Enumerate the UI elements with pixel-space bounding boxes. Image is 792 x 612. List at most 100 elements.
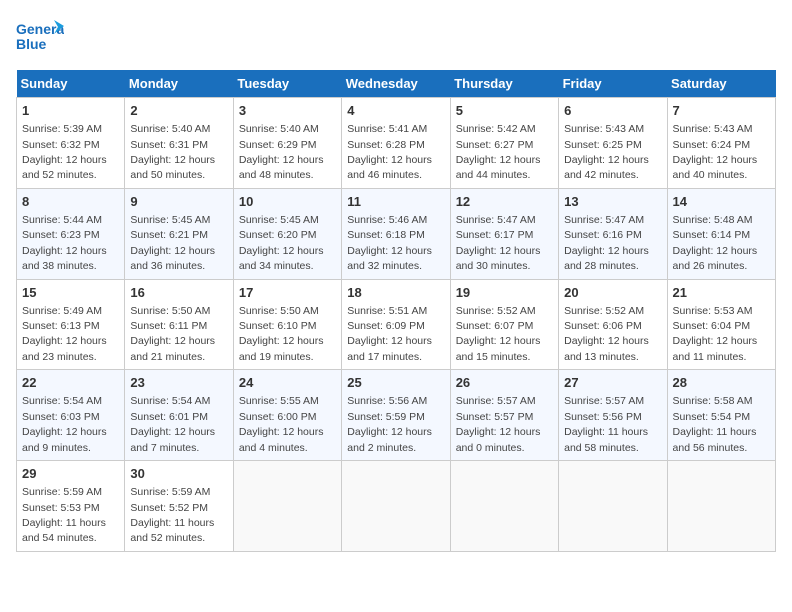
calendar-cell: 13 Sunrise: 5:47 AMSunset: 6:16 PMDayligh…	[559, 188, 667, 279]
day-number: 7	[673, 102, 770, 120]
calendar-cell: 19 Sunrise: 5:52 AMSunset: 6:07 PMDayligh…	[450, 279, 558, 370]
day-info: Sunrise: 5:40 AMSunset: 6:29 PMDaylight:…	[239, 123, 324, 181]
calendar-cell: 25 Sunrise: 5:56 AMSunset: 5:59 PMDayligh…	[342, 370, 450, 461]
day-info: Sunrise: 5:42 AMSunset: 6:27 PMDaylight:…	[456, 123, 541, 181]
weekday-header-monday: Monday	[125, 70, 233, 98]
calendar-cell	[233, 461, 341, 552]
calendar-cell: 5 Sunrise: 5:42 AMSunset: 6:27 PMDaylight…	[450, 98, 558, 189]
day-number: 21	[673, 284, 770, 302]
day-info: Sunrise: 5:55 AMSunset: 6:00 PMDaylight:…	[239, 395, 324, 453]
day-number: 23	[130, 374, 227, 392]
calendar-cell: 4 Sunrise: 5:41 AMSunset: 6:28 PMDaylight…	[342, 98, 450, 189]
calendar-cell: 10 Sunrise: 5:45 AMSunset: 6:20 PMDayligh…	[233, 188, 341, 279]
calendar-cell: 20 Sunrise: 5:52 AMSunset: 6:06 PMDayligh…	[559, 279, 667, 370]
day-info: Sunrise: 5:59 AMSunset: 5:53 PMDaylight:…	[22, 486, 106, 544]
day-info: Sunrise: 5:39 AMSunset: 6:32 PMDaylight:…	[22, 123, 107, 181]
calendar-cell: 29Sunrise: 5:59 AMSunset: 5:53 PMDayligh…	[17, 461, 125, 552]
day-info: Sunrise: 5:48 AMSunset: 6:14 PMDaylight:…	[673, 214, 758, 272]
logo: General Blue	[16, 16, 64, 58]
day-info: Sunrise: 5:52 AMSunset: 6:07 PMDaylight:…	[456, 305, 541, 363]
day-number: 3	[239, 102, 336, 120]
calendar-cell: 24Sunrise: 5:55 AMSunset: 6:00 PMDayligh…	[233, 370, 341, 461]
logo-bird-icon: General Blue	[16, 16, 64, 58]
day-number: 22	[22, 374, 119, 392]
day-info: Sunrise: 5:52 AMSunset: 6:06 PMDaylight:…	[564, 305, 649, 363]
day-info: Sunrise: 5:46 AMSunset: 6:18 PMDaylight:…	[347, 214, 432, 272]
day-info: Sunrise: 5:50 AMSunset: 6:10 PMDaylight:…	[239, 305, 324, 363]
day-number: 8	[22, 193, 119, 211]
day-info: Sunrise: 5:45 AMSunset: 6:20 PMDaylight:…	[239, 214, 324, 272]
day-info: Sunrise: 5:41 AMSunset: 6:28 PMDaylight:…	[347, 123, 432, 181]
weekday-header-row: SundayMondayTuesdayWednesdayThursdayFrid…	[17, 70, 776, 98]
calendar-cell: 12Sunrise: 5:47 AMSunset: 6:17 PMDayligh…	[450, 188, 558, 279]
day-number: 13	[564, 193, 661, 211]
day-info: Sunrise: 5:54 AMSunset: 6:03 PMDaylight:…	[22, 395, 107, 453]
day-info: Sunrise: 5:43 AMSunset: 6:24 PMDaylight:…	[673, 123, 758, 181]
day-info: Sunrise: 5:49 AMSunset: 6:13 PMDaylight:…	[22, 305, 107, 363]
calendar-cell	[559, 461, 667, 552]
day-number: 28	[673, 374, 770, 392]
calendar-cell: 17 Sunrise: 5:50 AMSunset: 6:10 PMDayligh…	[233, 279, 341, 370]
weekday-header-thursday: Thursday	[450, 70, 558, 98]
calendar-table: SundayMondayTuesdayWednesdayThursdayFrid…	[16, 70, 776, 552]
day-info: Sunrise: 5:57 AMSunset: 5:56 PMDaylight:…	[564, 395, 648, 453]
calendar-week-3: 15 Sunrise: 5:49 AMSunset: 6:13 PMDayligh…	[17, 279, 776, 370]
day-info: Sunrise: 5:53 AMSunset: 6:04 PMDaylight:…	[673, 305, 758, 363]
day-number: 14	[673, 193, 770, 211]
day-number: 11	[347, 193, 444, 211]
weekday-header-wednesday: Wednesday	[342, 70, 450, 98]
calendar-cell: 30Sunrise: 5:59 AMSunset: 5:52 PMDayligh…	[125, 461, 233, 552]
day-number: 4	[347, 102, 444, 120]
day-number: 15	[22, 284, 119, 302]
day-number: 6	[564, 102, 661, 120]
day-info: Sunrise: 5:59 AMSunset: 5:52 PMDaylight:…	[130, 486, 214, 544]
weekday-header-saturday: Saturday	[667, 70, 775, 98]
calendar-cell: 2 Sunrise: 5:40 AMSunset: 6:31 PMDaylight…	[125, 98, 233, 189]
calendar-cell: 21 Sunrise: 5:53 AMSunset: 6:04 PMDayligh…	[667, 279, 775, 370]
calendar-week-5: 29Sunrise: 5:59 AMSunset: 5:53 PMDayligh…	[17, 461, 776, 552]
calendar-cell: 3 Sunrise: 5:40 AMSunset: 6:29 PMDaylight…	[233, 98, 341, 189]
calendar-cell: 1 Sunrise: 5:39 AMSunset: 6:32 PMDaylight…	[17, 98, 125, 189]
day-info: Sunrise: 5:51 AMSunset: 6:09 PMDaylight:…	[347, 305, 432, 363]
day-info: Sunrise: 5:47 AMSunset: 6:17 PMDaylight:…	[456, 214, 541, 272]
page-header: General Blue	[16, 16, 776, 58]
day-number: 1	[22, 102, 119, 120]
day-number: 25	[347, 374, 444, 392]
day-number: 18	[347, 284, 444, 302]
day-number: 26	[456, 374, 553, 392]
calendar-cell: 16 Sunrise: 5:50 AMSunset: 6:11 PMDayligh…	[125, 279, 233, 370]
day-number: 17	[239, 284, 336, 302]
calendar-cell: 26 Sunrise: 5:57 AMSunset: 5:57 PMDayligh…	[450, 370, 558, 461]
calendar-cell: 14 Sunrise: 5:48 AMSunset: 6:14 PMDayligh…	[667, 188, 775, 279]
calendar-cell: 9 Sunrise: 5:45 AMSunset: 6:21 PMDaylight…	[125, 188, 233, 279]
calendar-cell: 23 Sunrise: 5:54 AMSunset: 6:01 PMDayligh…	[125, 370, 233, 461]
day-number: 19	[456, 284, 553, 302]
calendar-cell: 27 Sunrise: 5:57 AMSunset: 5:56 PMDayligh…	[559, 370, 667, 461]
day-number: 16	[130, 284, 227, 302]
day-info: Sunrise: 5:56 AMSunset: 5:59 PMDaylight:…	[347, 395, 432, 453]
day-info: Sunrise: 5:43 AMSunset: 6:25 PMDaylight:…	[564, 123, 649, 181]
day-info: Sunrise: 5:45 AMSunset: 6:21 PMDaylight:…	[130, 214, 215, 272]
calendar-cell: 22 Sunrise: 5:54 AMSunset: 6:03 PMDayligh…	[17, 370, 125, 461]
calendar-cell: 8 Sunrise: 5:44 AMSunset: 6:23 PMDaylight…	[17, 188, 125, 279]
day-info: Sunrise: 5:40 AMSunset: 6:31 PMDaylight:…	[130, 123, 215, 181]
day-number: 27	[564, 374, 661, 392]
day-number: 2	[130, 102, 227, 120]
calendar-cell: 7 Sunrise: 5:43 AMSunset: 6:24 PMDaylight…	[667, 98, 775, 189]
weekday-header-tuesday: Tuesday	[233, 70, 341, 98]
day-info: Sunrise: 5:57 AMSunset: 5:57 PMDaylight:…	[456, 395, 541, 453]
calendar-cell: 6 Sunrise: 5:43 AMSunset: 6:25 PMDaylight…	[559, 98, 667, 189]
calendar-week-2: 8 Sunrise: 5:44 AMSunset: 6:23 PMDaylight…	[17, 188, 776, 279]
calendar-cell	[450, 461, 558, 552]
weekday-header-sunday: Sunday	[17, 70, 125, 98]
day-number: 5	[456, 102, 553, 120]
day-number: 20	[564, 284, 661, 302]
day-number: 10	[239, 193, 336, 211]
day-info: Sunrise: 5:47 AMSunset: 6:16 PMDaylight:…	[564, 214, 649, 272]
day-number: 9	[130, 193, 227, 211]
calendar-cell	[342, 461, 450, 552]
day-info: Sunrise: 5:50 AMSunset: 6:11 PMDaylight:…	[130, 305, 215, 363]
day-info: Sunrise: 5:54 AMSunset: 6:01 PMDaylight:…	[130, 395, 215, 453]
calendar-cell: 15 Sunrise: 5:49 AMSunset: 6:13 PMDayligh…	[17, 279, 125, 370]
day-info: Sunrise: 5:44 AMSunset: 6:23 PMDaylight:…	[22, 214, 107, 272]
